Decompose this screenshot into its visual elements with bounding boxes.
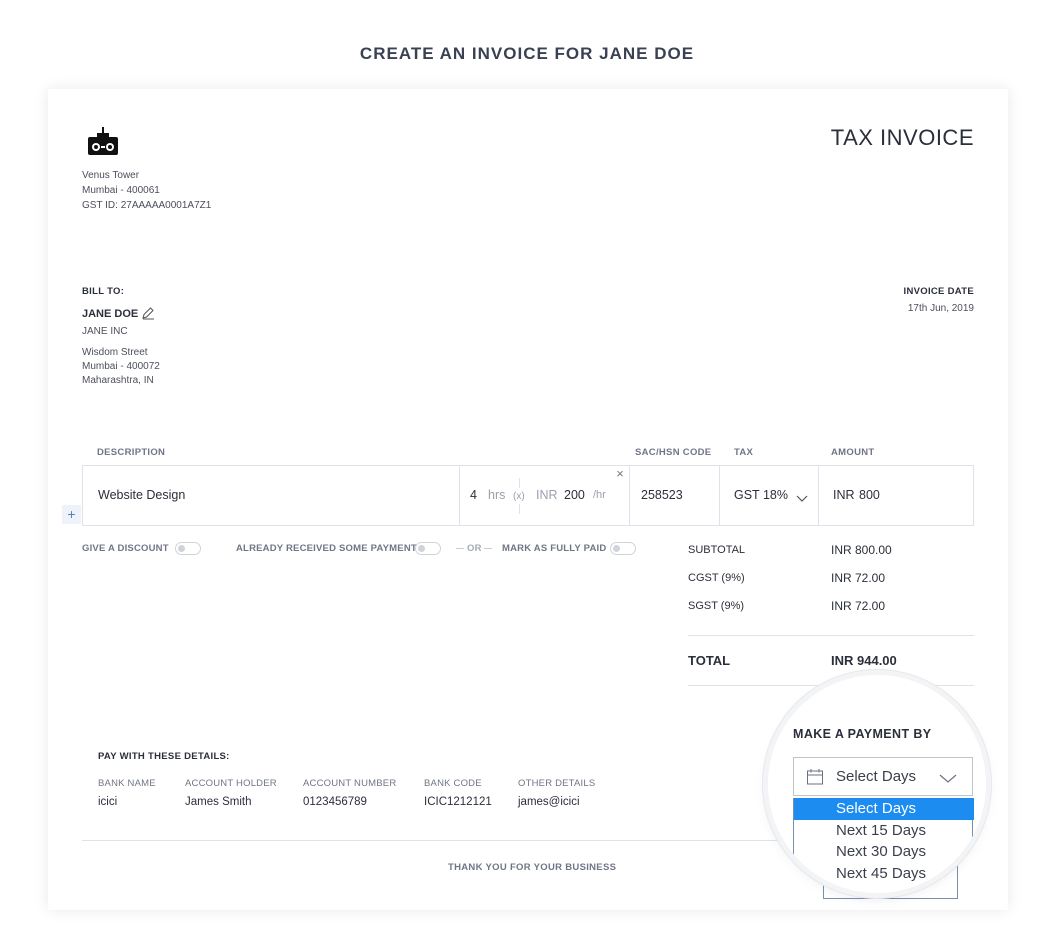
fully-paid-toggle[interactable] [610, 542, 636, 555]
payment-days-selected: Select Days [836, 768, 917, 785]
bank-code-header: BANK CODE [424, 778, 482, 789]
address-line: Wisdom Street [82, 347, 148, 358]
bank-name-value: icici [98, 796, 118, 808]
item-description[interactable]: Website Design [98, 488, 185, 502]
tax-select-value: GST 18% [734, 488, 788, 502]
discount-toggle[interactable] [175, 542, 201, 555]
option-select-days[interactable]: Select Days [794, 798, 974, 820]
option-next-30-days[interactable]: Next 30 Days [794, 841, 974, 863]
chevron-down-icon [939, 771, 957, 783]
footer-divider [82, 840, 802, 841]
summary-divider [688, 635, 974, 636]
other-details-value: james@icici [518, 796, 580, 808]
chevron-down-icon [796, 490, 808, 502]
address-line: Mumbai - 400072 [82, 361, 160, 372]
edit-pencil-icon[interactable] [141, 306, 155, 320]
account-number-value: 0123456789 [303, 796, 367, 808]
or-separator: OR [467, 543, 482, 554]
payment-days-options: Select Days Next 15 Days Next 30 Days Ne… [793, 798, 974, 890]
total-value: INR 944.00 [831, 653, 897, 668]
client-name: JANE DOE [82, 308, 139, 320]
account-holder-value: James Smith [185, 796, 252, 808]
cgst-value: INR 72.00 [831, 571, 886, 585]
robot-logo-icon [86, 125, 120, 159]
tax-select[interactable]: GST 18% [719, 466, 818, 525]
thank-you-note: THANK YOU FOR YOUR BUSINESS [448, 862, 617, 873]
item-quantity[interactable]: 4 [470, 488, 477, 502]
subtotal-value: INR 800.00 [831, 543, 892, 557]
discount-label: GIVE A DISCOUNT [82, 543, 169, 554]
option-next-15-days[interactable]: Next 15 Days [794, 820, 974, 842]
description-header: DESCRIPTION [97, 447, 166, 458]
amount-header: AMOUNT [831, 447, 875, 458]
gst-id: GST ID: 27AAAAA0001A7Z1 [82, 200, 212, 211]
page-title: CREATE AN INVOICE FOR JANE DOE [359, 44, 695, 63]
subtotal-label: SUBTOTAL [688, 544, 746, 556]
client-company: JANE INC [82, 326, 128, 337]
tax-header: TAX [734, 447, 754, 458]
payment-days-select[interactable]: Select Days [793, 757, 973, 796]
fully-paid-label: MARK AS FULLY PAID [502, 543, 607, 554]
total-label: TOTAL [688, 653, 731, 668]
invoice-type-title: TAX INVOICE [830, 125, 974, 150]
add-row-icon[interactable]: + [62, 505, 81, 524]
item-sac-code[interactable]: 258523 [641, 488, 683, 502]
sgst-label: SGST (9%) [688, 600, 745, 612]
item-rate[interactable]: 200 [564, 488, 585, 502]
invoice-card: Venus Tower Mumbai - 400061 GST ID: 27AA… [48, 89, 1008, 910]
bank-code-value: ICIC1212121 [424, 796, 492, 808]
sgst-value: INR 72.00 [831, 599, 886, 613]
other-details-header: OTHER DETAILS [518, 778, 596, 789]
received-payment-label: ALREADY RECEIVED SOME PAYMENT [236, 543, 417, 554]
payment-by-magnifier: MAKE A PAYMENT BY Select Days Select Day… [768, 675, 986, 893]
rate-currency: INR [536, 488, 558, 502]
account-number-header: ACCOUNT NUMBER [303, 778, 397, 789]
line-item-row: Website Design 4 hrs (x) INR 200 /hr 258… [82, 465, 974, 526]
cgst-label: CGST (9%) [688, 572, 745, 584]
address-line: Venus Tower [82, 170, 140, 181]
invoice-date[interactable]: 17th Jun, 2019 [908, 302, 974, 316]
qty-unit: hrs [488, 488, 506, 502]
bill-to-label: BILL TO: [82, 286, 125, 297]
client-address: Wisdom Street Mumbai - 400072 Maharashtr… [82, 346, 160, 388]
invoice-date-label: INVOICE DATE [903, 286, 974, 297]
item-amount: 800 [859, 488, 880, 502]
payment-details-title: PAY WITH THESE DETAILS: [98, 751, 230, 762]
address-line: Maharashtra, IN [82, 375, 154, 386]
company-address: Venus Tower Mumbai - 400061 GST ID: 27AA… [82, 168, 211, 213]
option-next-45-days[interactable]: Next 45 Days [794, 863, 974, 885]
address-line: Mumbai - 400061 [82, 185, 160, 196]
sac-header: SAC/HSN CODE [635, 447, 712, 458]
bank-name-header: BANK NAME [98, 778, 156, 789]
multiply-sign: (x) [513, 491, 525, 502]
amount-currency: INR [833, 488, 855, 502]
payment-by-title: MAKE A PAYMENT BY [793, 727, 932, 741]
calendar-icon [806, 768, 824, 786]
account-holder-header: ACCOUNT HOLDER [185, 778, 277, 789]
remove-row-icon[interactable]: × [613, 467, 627, 481]
rate-unit: /hr [593, 489, 606, 501]
received-payment-toggle[interactable] [415, 542, 441, 555]
